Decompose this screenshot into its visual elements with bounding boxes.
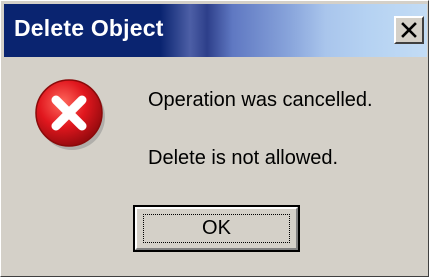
window-title: Delete Object	[14, 15, 164, 41]
ok-button[interactable]: OK	[133, 205, 300, 252]
error-icon	[35, 79, 105, 150]
delete-object-dialog: Delete Object Operation was cancelled. D…	[0, 0, 429, 277]
close-x-icon	[401, 22, 417, 38]
message-line-1: Operation was cancelled.	[148, 89, 373, 111]
message-line-2: Delete is not allowed.	[148, 147, 339, 169]
title-bar[interactable]: Delete Object	[4, 4, 427, 57]
ok-button-label: OK	[202, 217, 231, 239]
close-button[interactable]	[394, 16, 424, 44]
